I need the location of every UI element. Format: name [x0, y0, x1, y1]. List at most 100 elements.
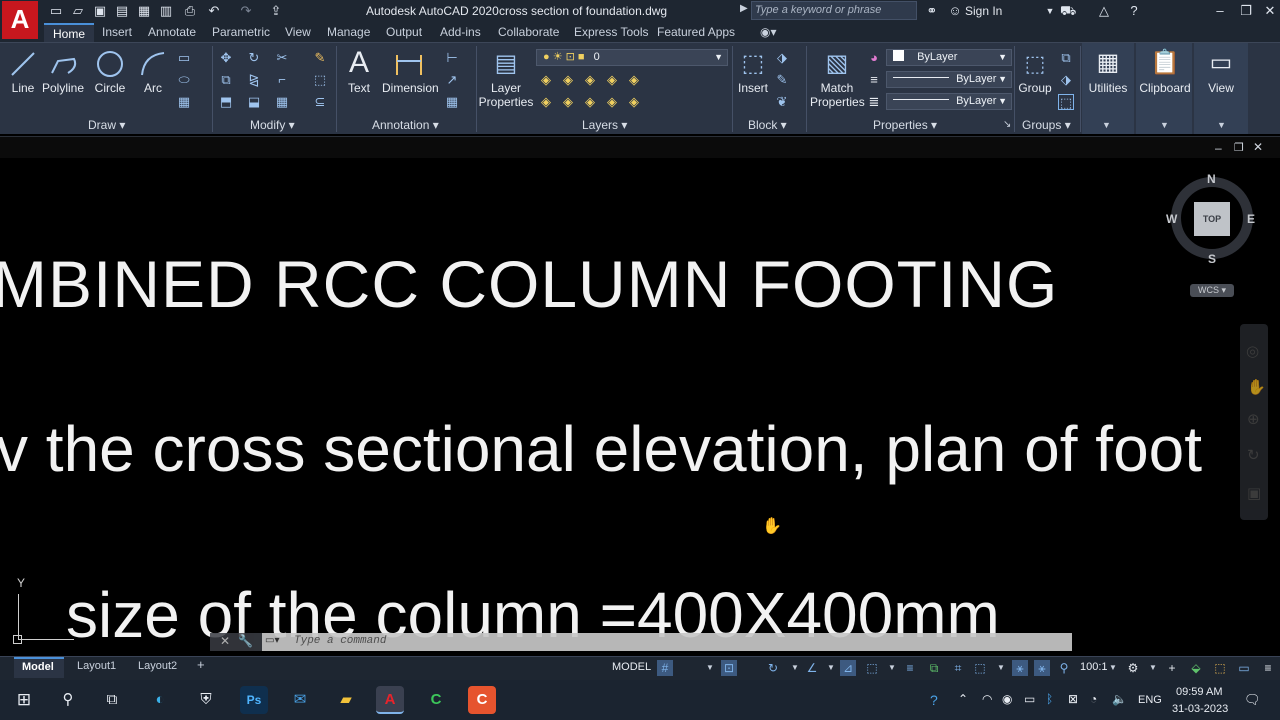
antivirus-icon[interactable]: ⊠ [1068, 692, 1078, 706]
offset-icon[interactable]: ⊆ [312, 94, 328, 110]
osnap-icon[interactable]: ⊿ [840, 660, 856, 676]
tab-model[interactable]: Model [14, 657, 64, 678]
binoculars-icon[interactable]: ⚭ [924, 3, 940, 19]
plot-icon[interactable]: ⎙ [182, 3, 198, 19]
help-icon[interactable]: ? [1126, 3, 1142, 19]
chevron-down-icon[interactable]: ▼ [1042, 3, 1058, 19]
command-line-grip[interactable]: ✕ 🔧 [210, 633, 262, 651]
block-attribute-icon[interactable]: ❦ [774, 94, 790, 110]
volume-icon[interactable]: 🔈 [1112, 692, 1127, 706]
autocad-taskbar-icon[interactable]: A [376, 686, 404, 714]
autodesk-app-icon[interactable]: △ [1096, 3, 1112, 19]
polar-icon[interactable]: ↻ [765, 660, 781, 676]
usb-icon[interactable]: ▭ [1024, 692, 1035, 706]
command-input[interactable]: ▭▾ Type a command [262, 633, 1072, 651]
chevron-down-icon[interactable]: ▼ [884, 660, 900, 676]
ucs-menu-button[interactable]: WCS ▾ [1190, 284, 1234, 297]
expand-arrow-icon[interactable]: ▶ [740, 3, 748, 14]
graphics-performance-icon[interactable]: ⬚ [1212, 660, 1228, 676]
ungroup-icon[interactable]: ⧉ [1058, 50, 1074, 66]
chevron-down-icon[interactable]: ▼ [993, 660, 1009, 676]
draw-panel-label[interactable]: Draw ▾ [88, 118, 125, 132]
clock-date[interactable]: 31-03-2023 [1172, 703, 1228, 715]
insert-button[interactable]: ⬚ Insert [736, 49, 770, 95]
layer-dropdown[interactable]: ● ☀ ⊡ ■ 0 ▼ [536, 49, 728, 66]
tab-manage[interactable]: Manage [327, 25, 370, 39]
utilities-button[interactable]: ▦ Utilities [1084, 47, 1132, 95]
arc-button[interactable]: Arc [138, 49, 168, 95]
tab-layout1[interactable]: Layout1 [77, 660, 116, 672]
save-web-icon[interactable]: ▥ [158, 3, 174, 19]
autocad-logo[interactable]: A [2, 1, 38, 39]
mirror-icon[interactable]: ⧎ [246, 72, 262, 88]
color-dropdown[interactable]: ByLayer ▼ [886, 49, 1012, 66]
chevron-down-icon[interactable]: ▼ [1102, 120, 1111, 130]
tab-annotate[interactable]: Annotate [148, 25, 196, 39]
chevron-down-icon[interactable]: ▼ [1145, 660, 1161, 676]
compass-north[interactable]: N [1207, 172, 1216, 186]
user-icon[interactable]: ☺ [947, 3, 963, 19]
circle-button[interactable]: Circle [92, 49, 128, 95]
annotation-panel-label[interactable]: Annotation ▾ [372, 118, 439, 132]
share-icon[interactable]: ⇪ [268, 3, 284, 19]
close-icon[interactable]: ✕ [220, 634, 230, 648]
open-folder-icon[interactable]: ▱ [70, 3, 86, 19]
language-indicator[interactable]: ENG [1138, 694, 1162, 706]
color-wheel-icon[interactable]: ◕ [866, 50, 882, 66]
chevron-up-icon[interactable]: ⌃ [958, 692, 968, 706]
erase-icon[interactable]: ✎ [312, 50, 328, 66]
close-icon[interactable]: ✕ [1262, 3, 1278, 19]
zoom-extents-icon[interactable]: ⊕ [1247, 410, 1260, 428]
clean-screen-icon[interactable]: ▭ [1236, 660, 1252, 676]
network-icon[interactable]: ◠ [982, 692, 992, 706]
help-tray-icon[interactable]: ? [930, 692, 938, 708]
pan-icon[interactable]: ✋ [1247, 378, 1266, 396]
grid-icon[interactable]: # [657, 660, 673, 676]
tab-view[interactable]: View [285, 25, 311, 39]
layer-tool-icon[interactable]: ◈ [560, 72, 576, 88]
chevron-down-icon[interactable]: ▼ [787, 660, 803, 676]
layer-properties-button[interactable]: ▤ Layer Properties [478, 49, 534, 109]
search-icon[interactable]: ⚲ [54, 686, 82, 714]
file-explorer-icon[interactable]: ▰ [332, 686, 360, 714]
auto-scale-icon[interactable]: ⚹ [1034, 660, 1050, 676]
viewcube[interactable]: TOP N S E W [1166, 172, 1256, 266]
copy-icon[interactable]: ⧉ [218, 72, 234, 88]
lineweight-toggle-icon[interactable]: ⬚ [864, 660, 880, 676]
annotation-scale-value[interactable]: 100:1 [1080, 661, 1108, 673]
chevron-down-icon[interactable]: ▼ [823, 660, 839, 676]
layers-panel-label[interactable]: Layers ▾ [582, 118, 627, 132]
layer-tool-icon[interactable]: ◈ [538, 94, 554, 110]
chevron-down-icon[interactable]: ▼ [1105, 660, 1121, 676]
new-file-icon[interactable]: ▭ [48, 3, 64, 19]
leader-icon[interactable]: ↗ [444, 72, 460, 88]
table-icon[interactable]: ▦ [444, 94, 460, 110]
camtasia-orange-icon[interactable]: C [468, 686, 496, 714]
explode-icon[interactable]: ⬚ [312, 72, 328, 88]
ribbon-options-icon[interactable]: ◉▾ [760, 25, 777, 39]
tab-output[interactable]: Output [386, 25, 422, 39]
groups-panel-label[interactable]: Groups ▾ [1022, 118, 1071, 132]
compass-south[interactable]: S [1208, 252, 1216, 266]
add-icon[interactable]: + [1164, 660, 1180, 676]
restore-icon[interactable]: ❐ [1238, 3, 1254, 19]
linear-dim-icon[interactable]: ⊢ [444, 50, 460, 66]
notifications-icon[interactable]: 🗨 [1244, 692, 1261, 708]
lineweight-dropdown[interactable]: ByLayer ▼ [886, 93, 1012, 110]
edit-block-icon[interactable]: ✎ [774, 72, 790, 88]
webcam-icon[interactable]: ◉ [1002, 692, 1012, 706]
rectangle-icon[interactable]: ▭ [176, 50, 192, 66]
chevron-down-icon[interactable]: ▼ [1217, 120, 1226, 130]
clipboard-button[interactable]: 📋 Clipboard [1138, 47, 1192, 95]
search-input[interactable]: Type a keyword or phrase [751, 1, 917, 20]
create-block-icon[interactable]: ⬗ [774, 50, 790, 66]
task-view-icon[interactable]: ⧉ [98, 686, 126, 714]
hatch-icon[interactable]: ▦ [176, 94, 192, 110]
rotate-icon[interactable]: ↻ [246, 50, 262, 66]
layer-tool-icon[interactable]: ◈ [582, 94, 598, 110]
layer-tool-icon[interactable]: ◈ [626, 94, 642, 110]
compass-west[interactable]: W [1166, 212, 1177, 226]
properties-panel-label[interactable]: Properties ▾ [873, 118, 937, 132]
tab-express-tools[interactable]: Express Tools [574, 25, 648, 39]
steering-wheel-icon[interactable]: ◎ [1246, 342, 1259, 360]
